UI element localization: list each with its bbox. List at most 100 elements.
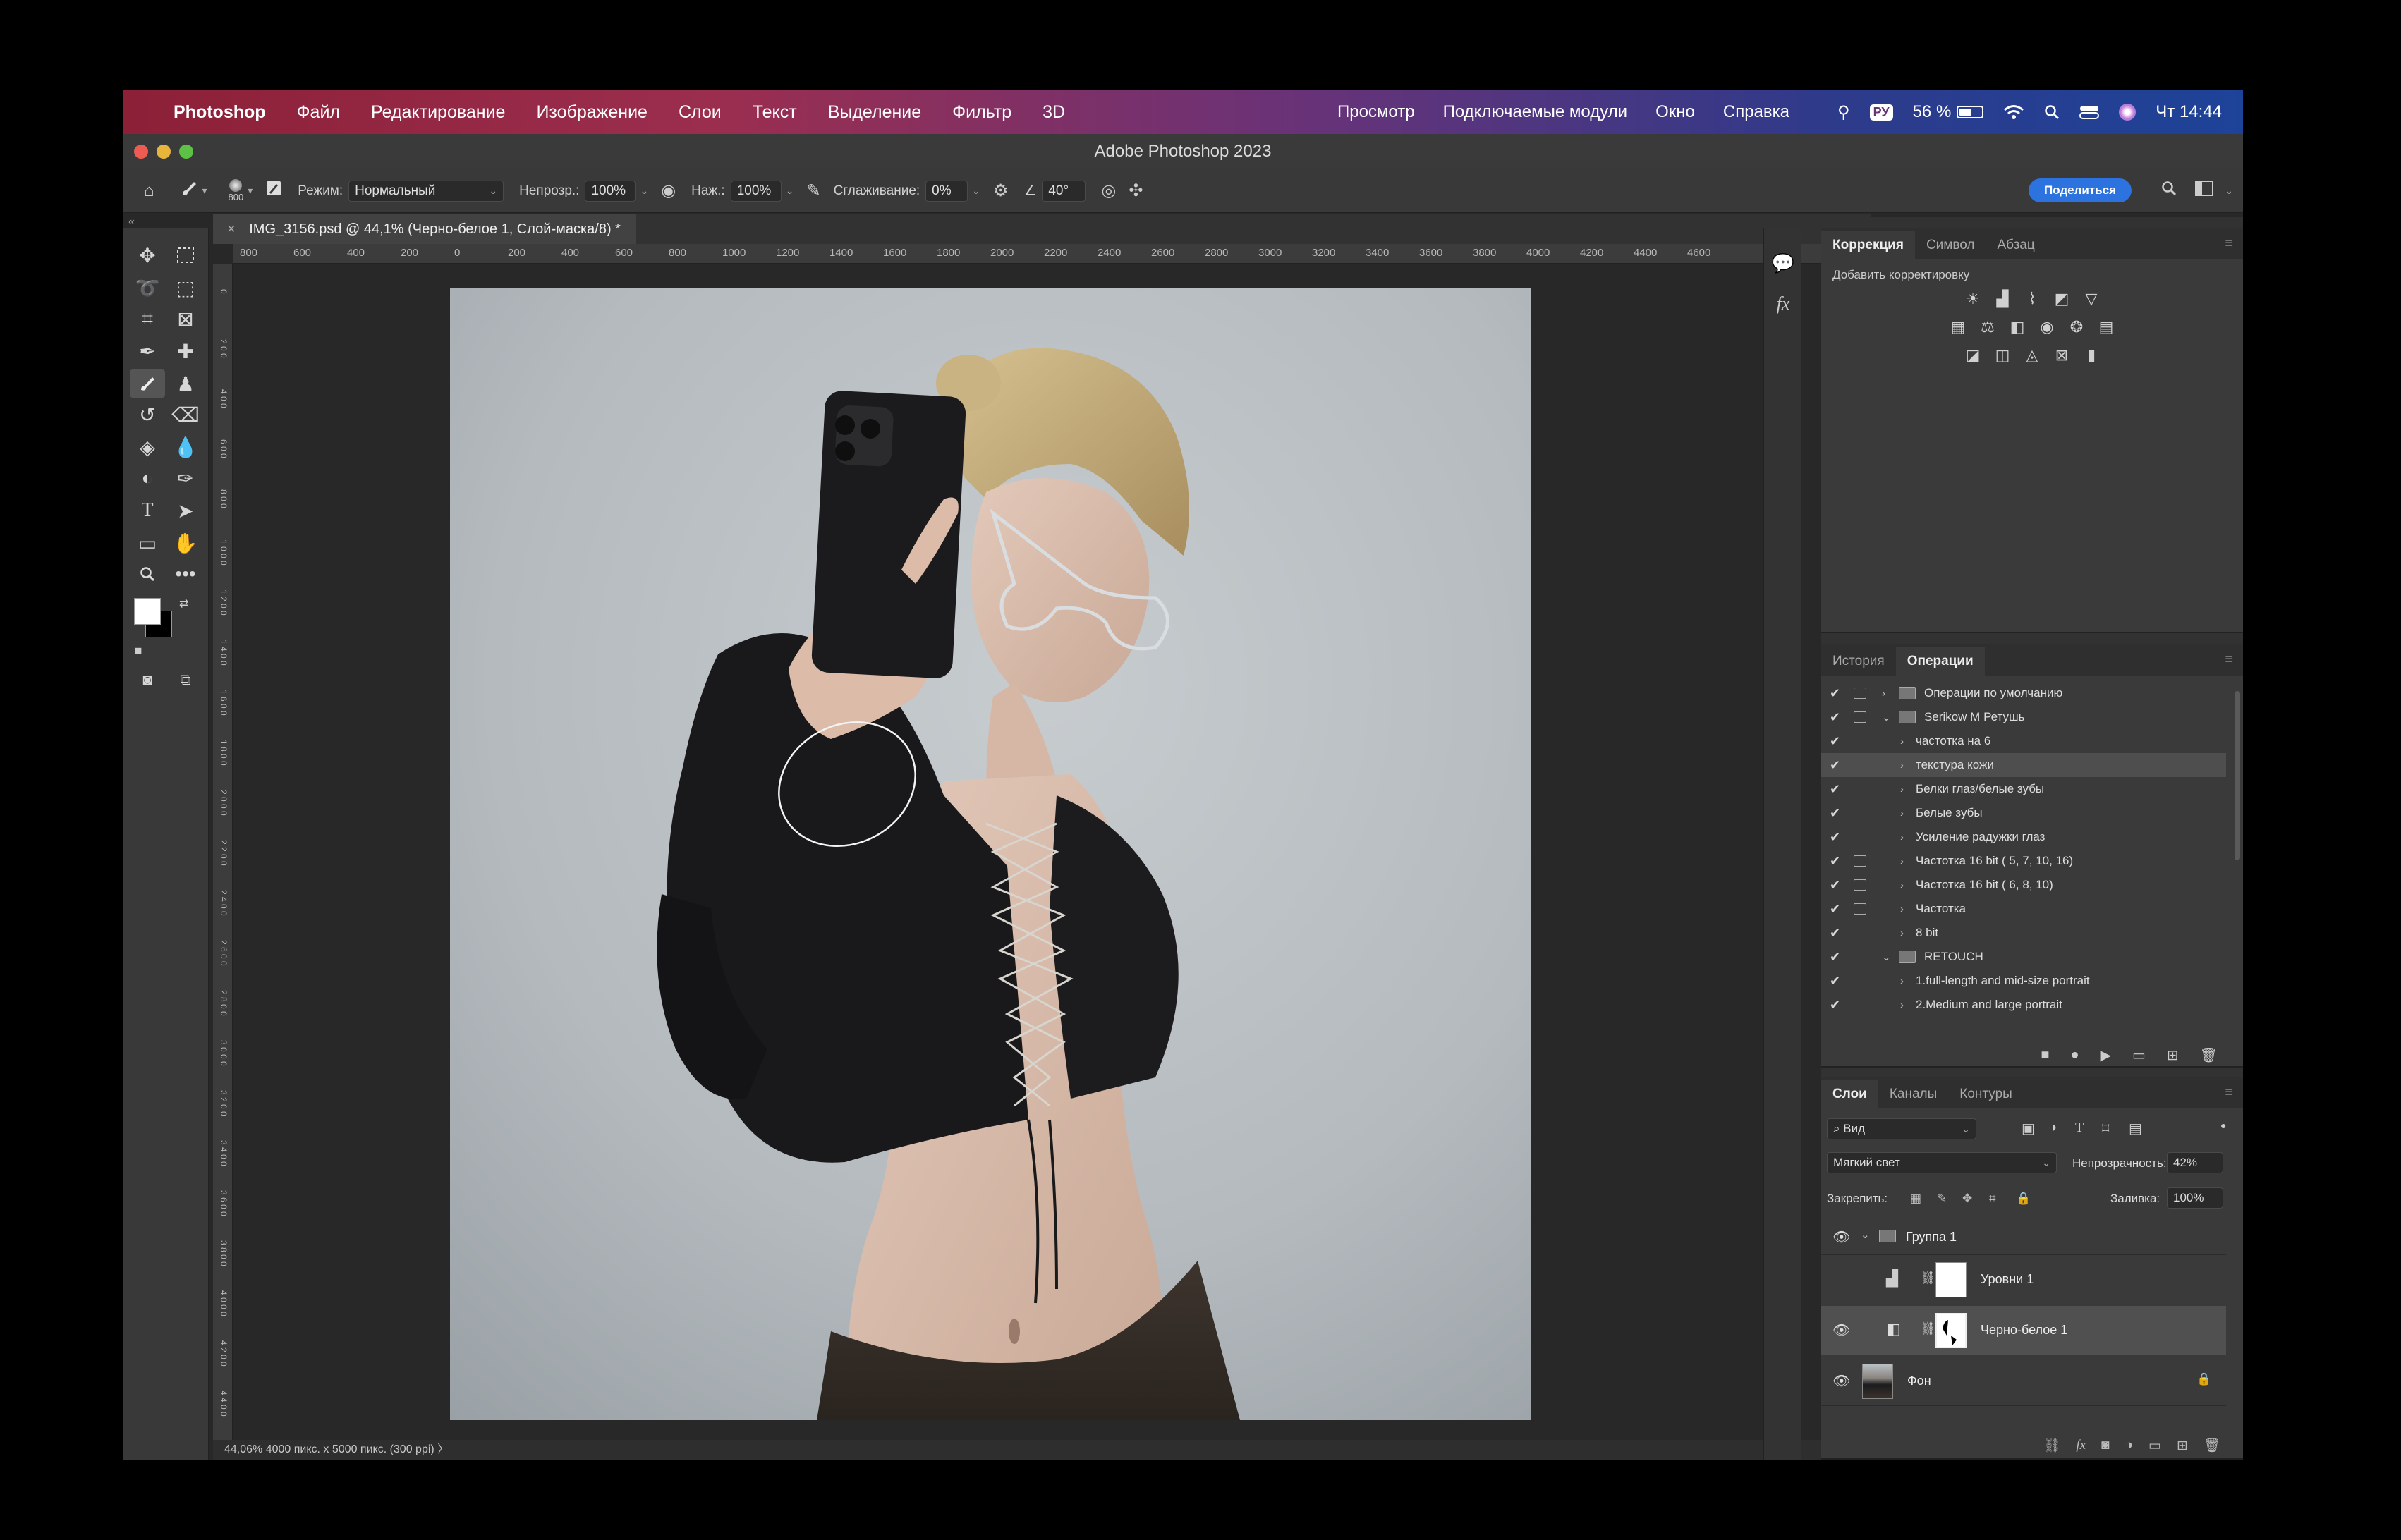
add-mask-icon[interactable]: ◙ bbox=[2101, 1438, 2109, 1453]
color-lookup-icon[interactable]: ▤ bbox=[2096, 317, 2116, 337]
menu-plugins[interactable]: Подключаемые модули bbox=[1443, 102, 1628, 122]
opacity-input[interactable]: 100% bbox=[585, 180, 636, 202]
clone-stamp-tool-icon[interactable]: ♟ bbox=[168, 369, 203, 398]
default-colors-icon[interactable]: ◼ bbox=[134, 644, 142, 656]
blur-tool-icon[interactable]: 💧 bbox=[168, 433, 203, 461]
pressure-size-icon[interactable]: ◎ bbox=[1101, 181, 1116, 201]
action-row[interactable]: ✔ › Белые зубы bbox=[1821, 801, 2226, 825]
action-toggle-check-icon[interactable]: ✔ bbox=[1830, 830, 1840, 845]
eyedropper-tool-icon[interactable]: ✒ bbox=[130, 337, 165, 365]
tab-layers[interactable]: Слои bbox=[1821, 1080, 1878, 1108]
clock[interactable]: Чт 14:44 bbox=[2156, 102, 2222, 122]
visibility-eye-icon-hidden[interactable]: 👁 bbox=[1832, 1271, 1850, 1288]
horizontal-ruler[interactable]: 800 600 400 200 0 200 400 600 800 1000 1200 1400 160… bbox=[233, 244, 1871, 264]
filter-toggle-icon[interactable]: ● bbox=[2220, 1120, 2226, 1131]
pressure-opacity-icon[interactable]: ◉ bbox=[661, 181, 676, 201]
menu-view[interactable]: Просмотр bbox=[1337, 102, 1415, 122]
action-toggle-check-icon[interactable]: ✔ bbox=[1830, 854, 1840, 869]
quick-mask-icon[interactable]: ◙ bbox=[130, 666, 165, 694]
chevron-down-icon[interactable]: ⌄ bbox=[1861, 1228, 1870, 1241]
action-toggle-check-icon[interactable]: ✔ bbox=[1830, 734, 1840, 749]
dodge-tool-icon[interactable]: ◐ bbox=[130, 464, 165, 492]
modal-dialog-toggle-icon[interactable] bbox=[1854, 735, 1866, 747]
layer-mask-thumbnail[interactable] bbox=[1935, 1262, 1967, 1297]
more-tools-icon[interactable]: ••• bbox=[168, 560, 203, 588]
trash-icon[interactable]: 🗑 bbox=[2204, 1437, 2220, 1454]
type-tool-icon[interactable]: T bbox=[130, 496, 165, 525]
action-row[interactable]: ✔ › 2.Medium and large portrait bbox=[1821, 993, 2226, 1017]
gradient-map-icon[interactable]: ▮ bbox=[2081, 346, 2101, 365]
action-toggle-check-icon[interactable]: ✔ bbox=[1830, 926, 1840, 941]
channel-mixer-icon[interactable]: ❂ bbox=[2067, 317, 2086, 337]
invert-icon[interactable]: ◪ bbox=[1963, 346, 1983, 365]
chevron-down-icon[interactable]: ⌄ bbox=[786, 185, 794, 197]
stop-icon[interactable]: ■ bbox=[2041, 1047, 2049, 1063]
new-set-icon[interactable]: ▭ bbox=[2132, 1046, 2146, 1064]
menu-layer[interactable]: Слои bbox=[679, 102, 722, 123]
link-icon[interactable]: ⛓ bbox=[1920, 1321, 1936, 1336]
tab-actions[interactable]: Операции bbox=[1895, 647, 1985, 676]
layer-mask-thumbnail[interactable] bbox=[1935, 1313, 1967, 1348]
history-brush-tool-icon[interactable]: ↺ bbox=[130, 401, 165, 429]
modal-dialog-toggle-icon[interactable] bbox=[1854, 999, 1866, 1010]
layer-row-group[interactable]: 👁 ⌄ Группа 1 bbox=[1821, 1220, 2226, 1255]
tab-paragraph[interactable]: Абзац bbox=[1986, 231, 2046, 259]
link-layers-icon[interactable]: ⛓ bbox=[2043, 1437, 2060, 1454]
menu-3d[interactable]: 3D bbox=[1043, 102, 1065, 123]
chevron-down-icon[interactable]: ⌄ bbox=[640, 185, 648, 197]
modal-dialog-toggle-icon[interactable] bbox=[1854, 711, 1866, 723]
action-toggle-check-icon[interactable]: ✔ bbox=[1830, 878, 1840, 893]
vertical-ruler[interactable]: 0 2 0 0 4 0 0 6 0 0 8 0 0 1 0 0 0 1 2 0 0 1 4 0… bbox=[213, 264, 233, 1460]
comments-panel-icon[interactable]: 💬 bbox=[1771, 252, 1795, 276]
close-window-button[interactable] bbox=[134, 145, 148, 159]
action-row[interactable]: ✔ › Частотка 16 bit ( 6, 8, 10) bbox=[1821, 873, 2226, 897]
object-selection-tool-icon[interactable]: ⬚ bbox=[168, 274, 203, 302]
marquee-tool-icon[interactable] bbox=[168, 241, 203, 269]
chevron-right-icon[interactable]: › bbox=[1900, 927, 1904, 939]
actions-scrollbar[interactable] bbox=[2235, 691, 2240, 860]
move-tool-icon[interactable]: ✥ bbox=[130, 241, 165, 269]
filter-adjustment-icon[interactable]: ◑ bbox=[2048, 1120, 2057, 1136]
control-center-icon[interactable] bbox=[2079, 104, 2100, 120]
action-toggle-check-icon[interactable]: ✔ bbox=[1830, 806, 1840, 821]
eraser-tool-icon[interactable]: ⌫ bbox=[168, 401, 203, 429]
action-row[interactable]: ✔ › Усиление радужки глаз bbox=[1821, 825, 2226, 849]
healing-brush-tool-icon[interactable]: ✚ bbox=[168, 337, 203, 365]
symmetry-icon[interactable]: ✣ bbox=[1129, 181, 1143, 201]
modal-dialog-toggle-icon[interactable] bbox=[1854, 783, 1866, 795]
record-icon[interactable]: ● bbox=[2070, 1047, 2079, 1063]
layer-filter-select[interactable]: ⌕ Вид ⌄ bbox=[1827, 1118, 1976, 1139]
action-row[interactable]: ✔ › текстура кожи bbox=[1821, 753, 2226, 777]
chevron-right-icon[interactable]: › bbox=[1882, 688, 1885, 699]
modal-dialog-toggle-icon[interactable] bbox=[1854, 975, 1866, 986]
chevron-right-icon[interactable]: › bbox=[1900, 759, 1904, 771]
pen-tool-icon[interactable]: ✑ bbox=[168, 464, 203, 492]
new-action-icon[interactable]: ⊞ bbox=[2167, 1046, 2179, 1064]
action-toggle-check-icon[interactable]: ✔ bbox=[1830, 686, 1840, 701]
photo-filter-icon[interactable]: ◉ bbox=[2037, 317, 2057, 337]
chevron-right-icon[interactable]: › bbox=[1900, 735, 1904, 747]
action-toggle-check-icon[interactable]: ✔ bbox=[1830, 998, 1840, 1013]
menu-help[interactable]: Справка bbox=[1723, 102, 1789, 122]
close-tab-icon[interactable]: × bbox=[227, 221, 236, 237]
modal-dialog-toggle-icon[interactable] bbox=[1854, 951, 1866, 963]
modal-dialog-toggle-icon[interactable] bbox=[1854, 759, 1866, 771]
action-set-row[interactable]: ✔ ⌄ Serikow M Ретушь bbox=[1821, 705, 2226, 729]
menu-image[interactable]: Изображение bbox=[536, 102, 647, 123]
lock-position-icon[interactable]: ✥ bbox=[1962, 1192, 1972, 1206]
brush-tool-icon[interactable] bbox=[130, 369, 165, 398]
chevron-down-icon[interactable]: ⌄ bbox=[2225, 185, 2233, 197]
action-row[interactable]: ✔ › 8 bit bbox=[1821, 921, 2226, 945]
menu-window[interactable]: Окно bbox=[1655, 102, 1695, 122]
lock-artboard-icon[interactable]: ⌗ bbox=[1989, 1192, 1996, 1206]
tab-character[interactable]: Символ bbox=[1915, 231, 1986, 259]
screen-mode-icon[interactable]: ⧉ bbox=[168, 666, 203, 694]
document-image[interactable] bbox=[450, 288, 1531, 1420]
chevron-right-icon[interactable]: › bbox=[1900, 807, 1904, 819]
tab-adjustments[interactable]: Коррекция bbox=[1821, 231, 1915, 259]
brush-settings-panel-icon[interactable] bbox=[265, 180, 282, 202]
layer-row-levels[interactable]: 👁 ▟ ⛓ Уровни 1 bbox=[1821, 1255, 2226, 1304]
foreground-color-swatch[interactable] bbox=[134, 598, 161, 625]
canvas-area[interactable] bbox=[233, 264, 1871, 1420]
battery-status[interactable]: 56 % bbox=[1913, 102, 1984, 122]
